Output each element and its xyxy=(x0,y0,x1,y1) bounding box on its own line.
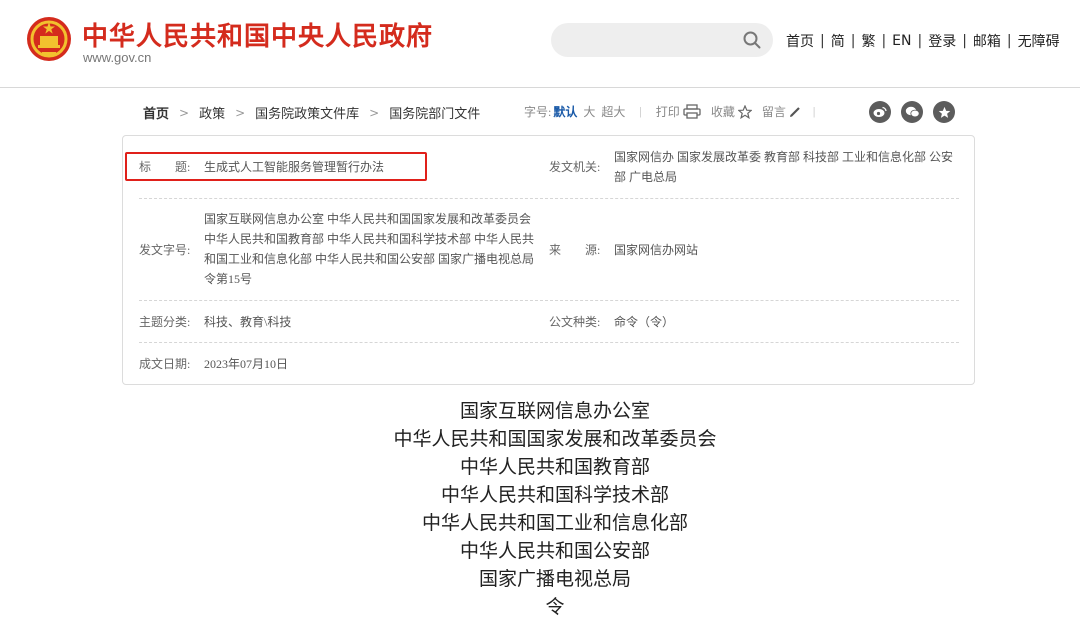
printer-icon xyxy=(683,104,701,119)
breadcrumb: 首页 > 政策 > 国务院政策文件库 > 国务院部门文件 xyxy=(143,103,480,122)
comment-label: 留言 xyxy=(761,105,786,119)
favorite-label: 收藏 xyxy=(710,105,735,119)
top-nav: 首页 | 简 | 繁 | EN | 登录 | 邮箱 | 无障碍 xyxy=(786,31,1060,51)
font-size-large[interactable]: 大 xyxy=(583,103,595,120)
nav-accessibility[interactable]: 无障碍 xyxy=(1018,31,1060,51)
nav-simplified[interactable]: 简 xyxy=(831,31,845,51)
nav-separator: | xyxy=(820,33,825,49)
date-value: 2023年07月10日 xyxy=(204,357,289,371)
source-label: 来 源: xyxy=(549,243,601,257)
nav-separator: | xyxy=(850,33,856,49)
issuer-line: 中华人民共和国公安部 xyxy=(459,541,650,562)
issuing-authorities: 国家互联网信息办公室 中华人民共和国国家发展和改革委员会 中华人民共和国教育部 … xyxy=(0,398,1080,622)
issuer-line: 中华人民共和国科学技术部 xyxy=(440,485,669,506)
favorite-button[interactable]: 收藏 xyxy=(711,103,752,120)
nav-mailbox[interactable]: 邮箱 xyxy=(973,31,1001,51)
print-label: 打印 xyxy=(655,105,680,119)
issuer-line: 中华人民共和国工业和信息化部 xyxy=(421,513,688,534)
issuer-label: 发文机关: xyxy=(549,160,601,174)
nav-separator: | xyxy=(917,33,923,49)
date-label: 成文日期: xyxy=(139,357,191,371)
doc-number-value: 国家互联网信息办公室 中华人民共和国国家发展和改革委员会 中华人民共和国教育部 … xyxy=(204,212,535,286)
issuer-line: 国家互联网信息办公室 xyxy=(459,401,650,422)
issuer-value: 国家网信办 国家发展改革委 教育部 科技部 工业和信息化部 公安部 广电总局 xyxy=(614,150,954,184)
site-header: 中华人民共和国中央人民政府 www.gov.cn 首页 | 简 | 繁 | EN… xyxy=(0,0,1080,88)
search-icon[interactable] xyxy=(743,31,761,49)
nav-traditional[interactable]: 繁 xyxy=(861,31,875,51)
title-highlight-box xyxy=(125,152,427,181)
doc-number-label: 发文字号: xyxy=(139,243,191,257)
font-size-default[interactable]: 默认 xyxy=(553,103,577,120)
site-title[interactable]: 中华人民共和国中央人民政府 xyxy=(82,16,433,53)
font-size-xlarge[interactable]: 超大 xyxy=(601,103,625,120)
nav-english[interactable]: EN xyxy=(892,33,911,49)
article-tools: 字号: 默认 大 超大 | 打印 收藏 留言 | xyxy=(524,103,829,120)
search-input[interactable] xyxy=(565,23,735,57)
topic-value: 科技、教育\科技 xyxy=(204,315,292,329)
tools-divider: | xyxy=(812,104,816,118)
font-size-label: 字号: xyxy=(524,105,552,119)
tools-divider: | xyxy=(639,104,642,118)
breadcrumb-separator: > xyxy=(179,105,190,120)
qzone-icon[interactable] xyxy=(933,101,955,123)
star-icon xyxy=(737,104,752,119)
issuer-line: 中华人民共和国国家发展和改革委员会 xyxy=(393,429,717,450)
comment-button[interactable]: 留言 xyxy=(762,103,801,120)
breadcrumb-policy[interactable]: 政策 xyxy=(199,103,225,122)
nav-separator: | xyxy=(881,33,887,49)
issuer-line: 国家广播电视总局 xyxy=(478,569,631,590)
breadcrumb-home[interactable]: 首页 xyxy=(143,103,169,122)
nav-separator: | xyxy=(962,33,967,49)
site-url[interactable]: www.gov.cn xyxy=(83,50,151,65)
national-emblem-icon[interactable] xyxy=(26,16,72,62)
doc-type-value: 命令（令） xyxy=(614,315,675,329)
breadcrumb-separator: > xyxy=(235,105,246,120)
nav-login[interactable]: 登录 xyxy=(928,31,956,51)
issuer-line: 中华人民共和国教育部 xyxy=(459,457,650,478)
print-button[interactable]: 打印 xyxy=(656,103,701,120)
nav-home[interactable]: 首页 xyxy=(786,31,814,51)
breadcrumb-policy-library[interactable]: 国务院政策文件库 xyxy=(255,103,359,122)
breadcrumb-separator: > xyxy=(369,105,380,120)
topic-label: 主题分类: xyxy=(139,315,191,329)
search-bar xyxy=(551,23,773,57)
breadcrumb-dept-docs[interactable]: 国务院部门文件 xyxy=(389,103,480,122)
wechat-icon[interactable] xyxy=(901,101,923,123)
pencil-icon xyxy=(789,106,800,117)
weibo-icon[interactable] xyxy=(869,101,891,123)
doc-type-label: 公文种类: xyxy=(549,315,601,329)
source-value: 国家网信办网站 xyxy=(614,243,699,257)
nav-separator: | xyxy=(1006,33,1012,49)
order-label: 令 xyxy=(545,597,565,618)
